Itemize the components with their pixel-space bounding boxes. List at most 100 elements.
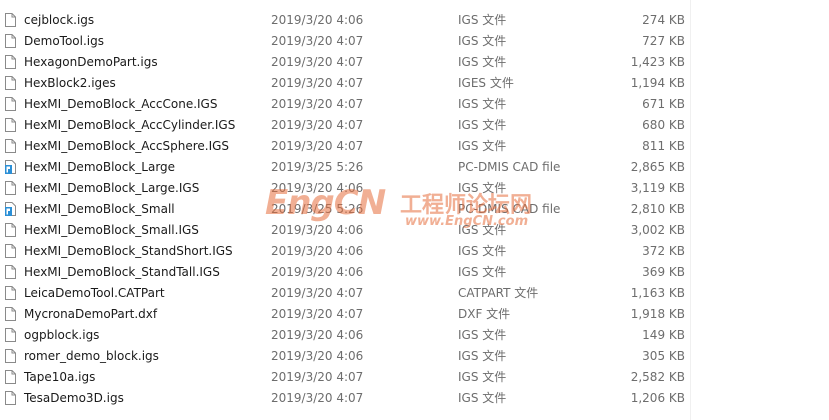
file-date: 2019/3/20 4:07 xyxy=(271,286,364,300)
document-icon xyxy=(5,55,16,69)
file-size: 1,194 KB xyxy=(630,76,685,90)
file-date: 2019/3/20 4:06 xyxy=(271,181,364,195)
file-date: 2019/3/20 4:07 xyxy=(271,55,364,69)
file-name: HexMI_DemoBlock_StandShort.IGS xyxy=(24,244,233,258)
file-row[interactable]: romer_demo_block.igs 2019/3/20 4:06 IGS 文件… xyxy=(0,346,829,367)
file-type: IGS 文件 xyxy=(458,328,507,342)
file-row[interactable]: LeicaDemoTool.CATPart 2019/3/20 4:07 CATPA… xyxy=(0,283,829,304)
file-date: 2019/3/20 4:07 xyxy=(271,391,364,405)
document-icon xyxy=(5,181,16,195)
file-row[interactable]: HexMI_DemoBlock_StandShort.IGS 2019/3/20 … xyxy=(0,241,829,262)
file-type: IGS 文件 xyxy=(458,181,507,195)
file-date: 2019/3/20 4:07 xyxy=(271,76,364,90)
file-type: IGS 文件 xyxy=(458,265,507,279)
file-type: IGS 文件 xyxy=(458,349,507,363)
file-name: ogpblock.igs xyxy=(24,328,100,342)
file-type: IGES 文件 xyxy=(458,76,514,90)
file-row[interactable]: TesaDemo3D.igs 2019/3/20 4:07 IGS 文件 1,206 … xyxy=(0,388,829,409)
file-name: HexMI_DemoBlock_AccCylinder.IGS xyxy=(24,118,236,132)
file-date: 2019/3/25 5:26 xyxy=(271,202,364,216)
file-name: cejblock.igs xyxy=(24,13,95,27)
file-name: Tape10a.igs xyxy=(24,370,96,384)
file-name: HexBlock2.iges xyxy=(24,76,116,90)
file-row[interactable]: MycronaDemoPart.dxf 2019/3/20 4:07 DXF 文件 1… xyxy=(0,304,829,325)
file-size: 3,119 KB xyxy=(630,181,685,195)
document-icon xyxy=(5,13,16,27)
file-date: 2019/3/20 4:07 xyxy=(271,34,364,48)
file-row[interactable]: HexMI_DemoBlock_Large 2019/3/25 5:26 PC-DM… xyxy=(0,157,829,178)
file-row[interactable]: HexMI_DemoBlock_AccCylinder.IGS 2019/3/20… xyxy=(0,115,829,136)
file-row[interactable]: HexMI_DemoBlock_AccCone.IGS 2019/3/20 4:0… xyxy=(0,94,829,115)
file-size: 274 KB xyxy=(642,13,685,27)
file-size: 680 KB xyxy=(642,118,685,132)
document-icon xyxy=(5,76,16,90)
file-size: 372 KB xyxy=(642,244,685,258)
file-date: 2019/3/20 4:06 xyxy=(271,328,364,342)
file-size: 1,423 KB xyxy=(630,55,685,69)
file-size: 369 KB xyxy=(642,265,685,279)
document-icon xyxy=(5,97,16,111)
file-type: IGS 文件 xyxy=(458,97,507,111)
file-list: cejblock.igs 2019/3/20 4:06 IGS 文件 274 KB De… xyxy=(0,10,829,409)
file-name: HexMI_DemoBlock_Large.IGS xyxy=(24,181,200,195)
file-date: 2019/3/20 4:07 xyxy=(271,370,364,384)
file-name: TesaDemo3D.igs xyxy=(24,391,124,405)
file-type: IGS 文件 xyxy=(458,139,507,153)
pcdmis-file-icon xyxy=(5,160,16,174)
file-size: 1,206 KB xyxy=(630,391,685,405)
document-icon xyxy=(5,34,16,48)
file-date: 2019/3/20 4:06 xyxy=(271,13,364,27)
file-date: 2019/3/20 4:07 xyxy=(271,139,364,153)
file-date: 2019/3/20 4:06 xyxy=(271,349,364,363)
file-row[interactable]: DemoTool.igs 2019/3/20 4:07 IGS 文件 727 KB xyxy=(0,31,829,52)
document-icon xyxy=(5,244,16,258)
file-name: HexMI_DemoBlock_Small xyxy=(24,202,175,216)
file-name: HexMI_DemoBlock_AccSphere.IGS xyxy=(24,139,230,153)
document-icon xyxy=(5,223,16,237)
file-row[interactable]: HexagonDemoPart.igs 2019/3/20 4:07 IGS 文件 1… xyxy=(0,52,829,73)
document-icon xyxy=(5,286,16,300)
file-size: 2,810 KB xyxy=(630,202,685,216)
document-icon xyxy=(5,139,16,153)
document-icon xyxy=(5,265,16,279)
file-type: IGS 文件 xyxy=(458,244,507,258)
file-name: LeicaDemoTool.CATPart xyxy=(24,286,165,300)
file-type: IGS 文件 xyxy=(458,13,507,27)
file-date: 2019/3/20 4:06 xyxy=(271,223,364,237)
file-row[interactable]: cejblock.igs 2019/3/20 4:06 IGS 文件 274 KB xyxy=(0,10,829,31)
file-name: DemoTool.igs xyxy=(24,34,104,48)
file-row[interactable]: HexMI_DemoBlock_Small 2019/3/25 5:26 PC-DM… xyxy=(0,199,829,220)
file-row[interactable]: HexMI_DemoBlock_Large.IGS 2019/3/20 4:06 I… xyxy=(0,178,829,199)
file-row[interactable]: HexMI_DemoBlock_Small.IGS 2019/3/20 4:06 I… xyxy=(0,220,829,241)
file-size: 1,918 KB xyxy=(630,307,685,321)
file-type: IGS 文件 xyxy=(458,391,507,405)
file-row[interactable]: HexMI_DemoBlock_AccSphere.IGS 2019/3/20 4… xyxy=(0,136,829,157)
file-type: PC-DMIS CAD file xyxy=(458,160,561,174)
file-date: 2019/3/25 5:26 xyxy=(271,160,364,174)
file-name: HexagonDemoPart.igs xyxy=(24,55,158,69)
file-row[interactable]: HexMI_DemoBlock_StandTall.IGS 2019/3/20 4… xyxy=(0,262,829,283)
file-name: HexMI_DemoBlock_StandTall.IGS xyxy=(24,265,220,279)
file-name: romer_demo_block.igs xyxy=(24,349,159,363)
file-type: IGS 文件 xyxy=(458,34,507,48)
document-icon xyxy=(5,349,16,363)
file-row[interactable]: Tape10a.igs 2019/3/20 4:07 IGS 文件 2,582 KB xyxy=(0,367,829,388)
file-size: 2,865 KB xyxy=(630,160,685,174)
file-size: 2,582 KB xyxy=(630,370,685,384)
file-date: 2019/3/20 4:07 xyxy=(271,307,364,321)
file-row[interactable]: HexBlock2.iges 2019/3/20 4:07 IGES 文件 1,194… xyxy=(0,73,829,94)
file-row[interactable]: ogpblock.igs 2019/3/20 4:06 IGS 文件 149 KB xyxy=(0,325,829,346)
document-icon xyxy=(5,307,16,321)
file-size: 671 KB xyxy=(642,97,685,111)
file-name: HexMI_DemoBlock_Small.IGS xyxy=(24,223,199,237)
pcdmis-file-icon xyxy=(5,202,16,216)
document-icon xyxy=(5,370,16,384)
file-type: IGS 文件 xyxy=(458,118,507,132)
file-size: 305 KB xyxy=(642,349,685,363)
file-type: DXF 文件 xyxy=(458,307,511,321)
file-date: 2019/3/20 4:06 xyxy=(271,244,364,258)
file-type: CATPART 文件 xyxy=(458,286,539,300)
file-date: 2019/3/20 4:07 xyxy=(271,97,364,111)
file-size: 3,002 KB xyxy=(630,223,685,237)
file-date: 2019/3/20 4:07 xyxy=(271,118,364,132)
